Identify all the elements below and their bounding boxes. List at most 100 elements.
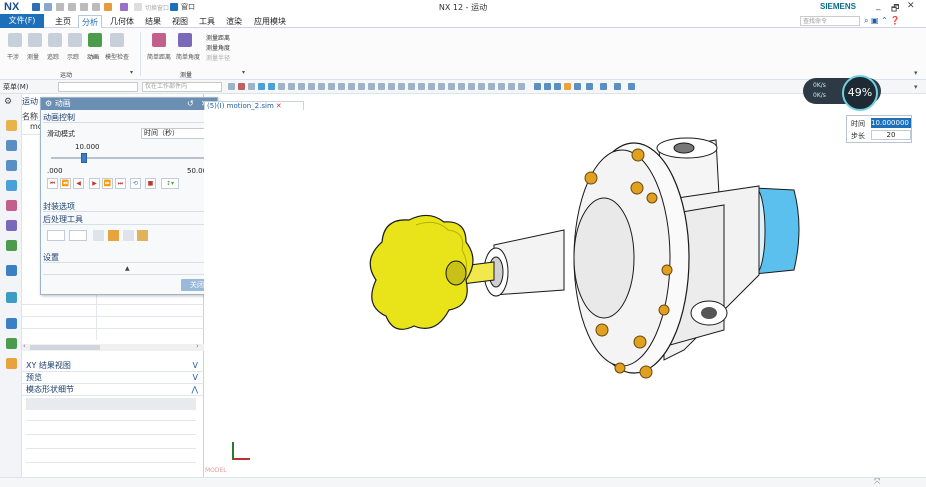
measure-icon[interactable] <box>28 33 42 47</box>
snap-tangent-icon[interactable] <box>318 83 325 90</box>
minimize-button[interactable]: _ <box>876 1 881 11</box>
explode-icon[interactable] <box>68 33 82 47</box>
stop-button[interactable]: ■ <box>145 178 156 189</box>
motion-navigator-icon[interactable] <box>6 120 17 131</box>
scrollbar-thumb[interactable] <box>30 345 100 350</box>
scope-filter-dropdown[interactable]: 仅在工作部件内 <box>142 82 222 92</box>
view-fit-icon[interactable] <box>534 83 541 90</box>
section-post-tools[interactable]: 后处理工具⋀ <box>43 214 215 225</box>
snap-bisector-icon[interactable] <box>348 83 355 90</box>
measure-distance-button[interactable]: 测量距离 <box>206 33 230 42</box>
tab-analysis[interactable]: 分析 <box>78 15 102 28</box>
workplane-icon[interactable] <box>628 83 635 90</box>
close-tab-icon[interactable]: ✕ <box>276 102 282 110</box>
snap-center-icon[interactable] <box>278 83 285 90</box>
view-orient-icon[interactable] <box>574 83 581 90</box>
snap-axis-icon[interactable] <box>478 83 485 90</box>
fullscreen-icon[interactable]: ⤧ <box>874 477 880 487</box>
tab-view[interactable]: 视图 <box>169 15 191 28</box>
tab-applications[interactable]: 应用模块 <box>251 15 289 28</box>
system-scene-icon[interactable] <box>6 358 17 369</box>
section-package-options[interactable]: 封装选项V <box>43 201 215 212</box>
snap-point-on-curve-icon[interactable] <box>328 83 335 90</box>
snap-point-on-face-icon[interactable] <box>338 83 345 90</box>
snap-perpendicular-icon[interactable] <box>388 83 395 90</box>
edit-section-icon[interactable] <box>600 83 607 90</box>
assembly-navigator-icon[interactable] <box>6 140 17 151</box>
chevron-down-icon[interactable]: V <box>193 372 198 384</box>
report-icon[interactable] <box>137 230 148 241</box>
snap-midpoint-icon[interactable] <box>268 83 275 90</box>
history-icon[interactable] <box>6 265 17 276</box>
model-check-icon[interactable] <box>110 33 124 47</box>
snap-icon[interactable] <box>228 83 235 90</box>
system-materials-icon[interactable] <box>6 338 17 349</box>
step-forward-button[interactable]: ⏩ <box>102 178 113 189</box>
section-animation-control[interactable]: 动画控制⋀ <box>43 112 215 123</box>
export-icon[interactable] <box>123 230 134 241</box>
snap-endpoint-icon[interactable] <box>258 83 265 90</box>
filter-icon[interactable] <box>248 83 255 90</box>
snap-csys-icon[interactable] <box>498 83 505 90</box>
trace-icon[interactable] <box>48 33 62 47</box>
tab-results[interactable]: 结果 <box>142 15 164 28</box>
playback-mode-button[interactable]: ↕▾ <box>161 178 179 189</box>
type-filter-dropdown[interactable] <box>58 82 138 92</box>
snap-node-icon[interactable] <box>428 83 435 90</box>
tab-home[interactable]: 主页 <box>52 15 74 28</box>
time-input[interactable]: 10.000000 <box>871 118 911 128</box>
menu-button[interactable]: 菜单(M) <box>3 82 29 92</box>
view-pan-icon[interactable] <box>564 83 571 90</box>
part-navigator-icon[interactable] <box>6 180 17 191</box>
reset-icon[interactable]: ↺ <box>187 99 194 108</box>
cpu-usage-badge[interactable]: 49% <box>842 75 878 111</box>
snap-arc-center-icon[interactable] <box>378 83 385 90</box>
snap-line-icon[interactable] <box>508 83 515 90</box>
interference-icon[interactable] <box>8 33 22 47</box>
simple-angle-icon[interactable] <box>178 33 192 47</box>
animation-icon[interactable] <box>88 33 102 47</box>
process-studio-icon[interactable] <box>6 292 17 303</box>
constraint-navigator-icon[interactable] <box>6 160 17 171</box>
layer-icon[interactable] <box>614 83 621 90</box>
hd3d-tools-icon[interactable] <box>6 220 17 231</box>
chevron-up-icon[interactable]: ⋀ <box>191 384 198 396</box>
snap-face-icon[interactable] <box>438 83 445 90</box>
play-reverse-button[interactable]: ◀ <box>73 178 84 189</box>
section-xy-result-view[interactable]: XY 结果视图 V <box>22 360 204 372</box>
first-frame-button[interactable]: ⏮ <box>47 178 58 189</box>
horizontal-scrollbar[interactable]: ‹ › <box>22 342 204 351</box>
render-style-icon[interactable] <box>586 83 593 90</box>
scroll-right-arrow[interactable]: › <box>196 342 199 350</box>
interference-check-icon[interactable] <box>108 230 119 241</box>
last-frame-button[interactable]: ⏭ <box>115 178 126 189</box>
snap-parallel-icon[interactable] <box>398 83 405 90</box>
snap-control-icon[interactable] <box>368 83 375 90</box>
tab-tools[interactable]: 工具 <box>196 15 218 28</box>
graphics-viewport[interactable]: MODEL <box>204 110 916 477</box>
section-settings[interactable]: 设置V <box>43 252 215 263</box>
tab-render[interactable]: 渲染 <box>223 15 245 28</box>
measure-tool-icon[interactable] <box>69 230 87 241</box>
time-slider-thumb[interactable] <box>81 153 87 163</box>
snap-existing-icon[interactable] <box>298 83 305 90</box>
measure-group-more-icon[interactable]: ▾ <box>242 69 245 76</box>
close-window-button[interactable]: ✕ <box>907 1 915 11</box>
section-preview[interactable]: 预览 V <box>22 372 204 384</box>
section-mode-shape-details[interactable]: 模态形状细节 ⋀ <box>22 384 204 396</box>
measure-angle-button[interactable]: 测量角度 <box>206 43 230 52</box>
snap-edge-icon[interactable] <box>418 83 425 90</box>
measure-radius-button[interactable]: 测量半径 <box>206 53 230 62</box>
markers-icon[interactable] <box>93 230 104 241</box>
snap-sketch-icon[interactable] <box>468 83 475 90</box>
step-input[interactable]: 20 <box>871 130 911 140</box>
play-forward-button[interactable]: ▶ <box>89 178 100 189</box>
reuse-library-icon[interactable] <box>6 200 17 211</box>
snap-plane-icon[interactable] <box>488 83 495 90</box>
view-rotate-icon[interactable] <box>554 83 561 90</box>
time-slider-track[interactable] <box>51 157 209 159</box>
scroll-left-arrow[interactable]: ‹ <box>23 342 26 350</box>
tab-geometry[interactable]: 几何体 <box>107 15 137 28</box>
motion-group-more-icon[interactable]: ▾ <box>130 69 133 76</box>
find-command-input[interactable]: 查找命令 <box>800 16 860 26</box>
